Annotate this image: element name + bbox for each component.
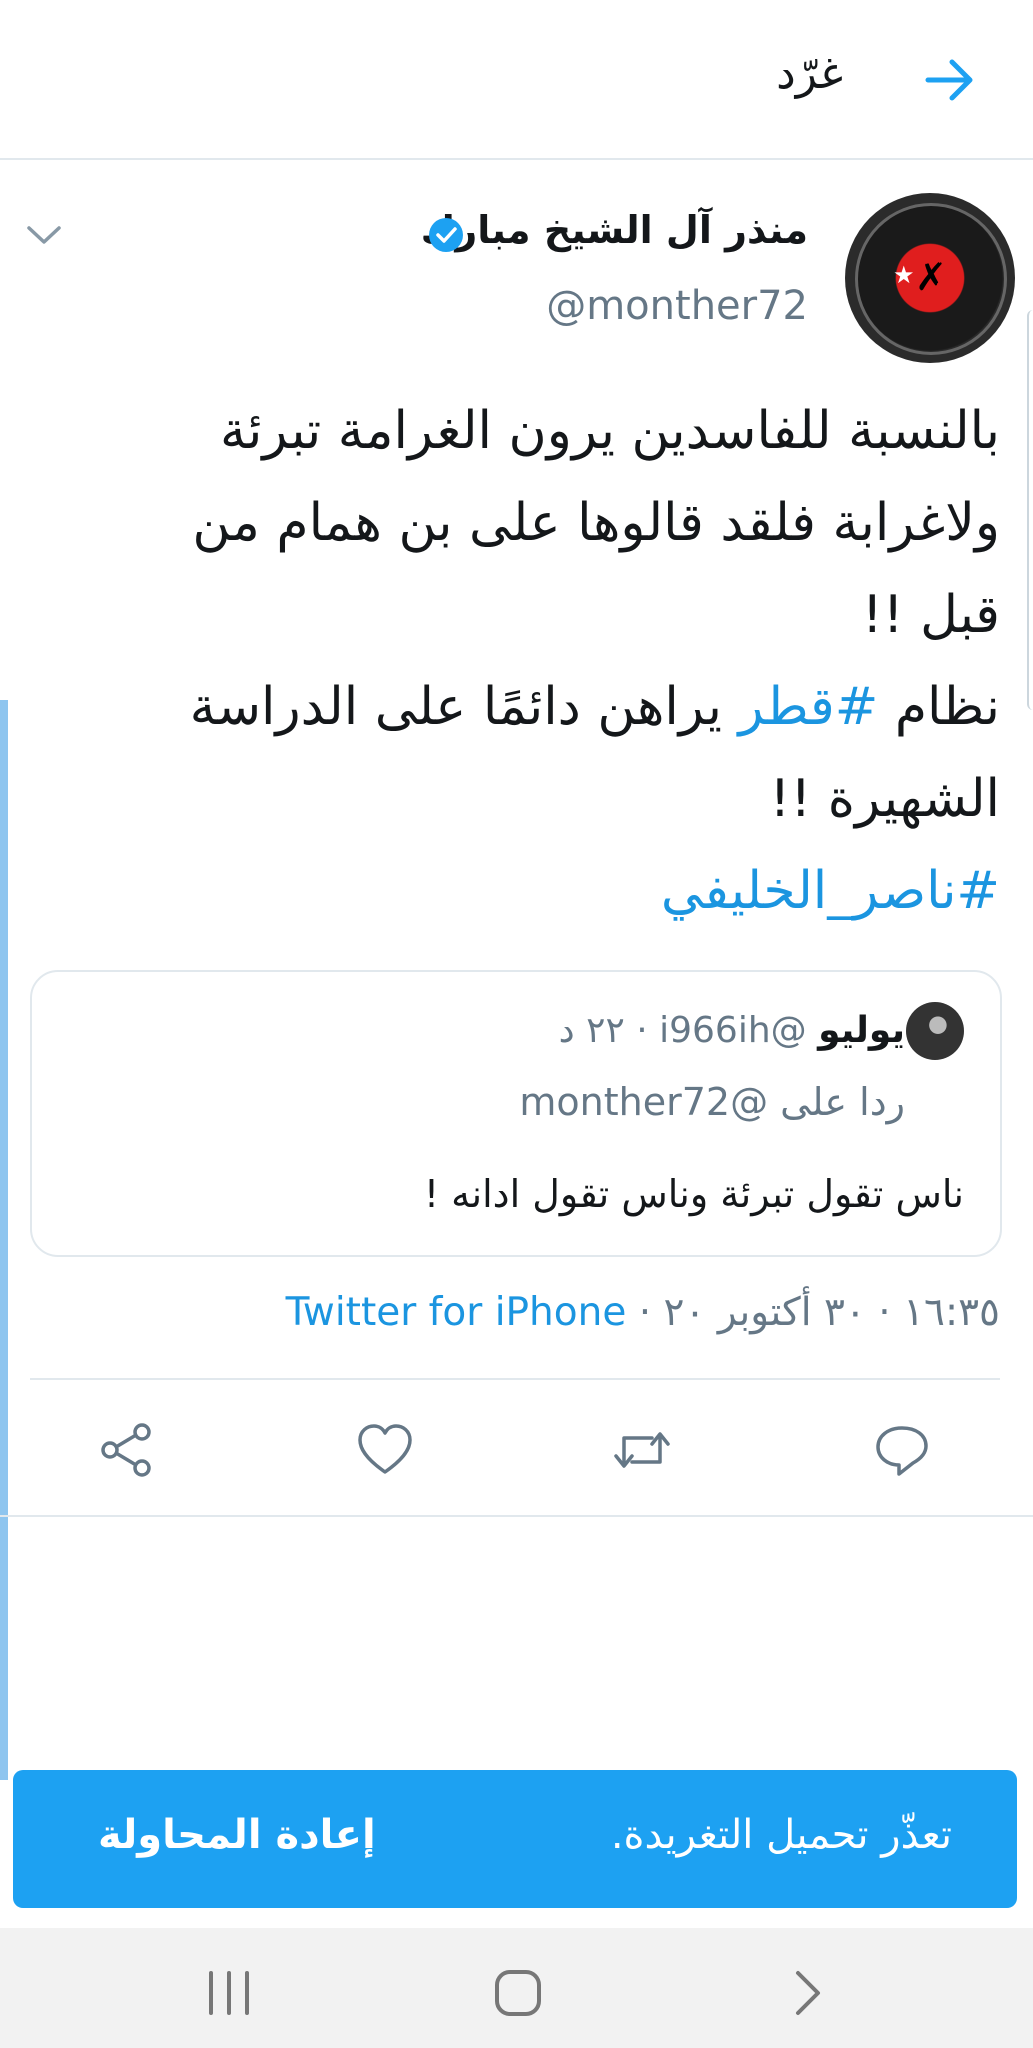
avatar-star: ★	[893, 261, 915, 289]
retry-button[interactable]: إعادة المحاولة	[98, 1812, 376, 1858]
quoted-handle: @i966ih	[659, 1010, 807, 1051]
reply-icon[interactable]	[872, 1420, 932, 1480]
divider	[30, 1378, 1000, 1380]
quoted-text: ناس تقول تبرئة وناس تقول ادانه !	[423, 1172, 964, 1216]
top-bar: غرّد	[0, 0, 1033, 160]
tweet-source-link[interactable]: Twitter for iPhone	[286, 1290, 627, 1335]
home-icon[interactable]	[493, 1968, 543, 2018]
quoted-name: يوليو	[818, 1010, 905, 1051]
toast-message: تعذّر تحميل التغريدة.	[610, 1812, 952, 1858]
scroll-edge	[1027, 310, 1033, 710]
recent-apps-icon[interactable]	[205, 1968, 253, 2018]
back-arrow-icon[interactable]	[920, 55, 980, 105]
display-name[interactable]: منذر آل الشيخ مبارك	[421, 208, 808, 252]
page-title: غرّد	[776, 48, 843, 99]
verified-icon	[429, 218, 463, 252]
tweet-timestamp: ١٦:٣٥ · ٣٠ أكتوبر ٢٠ ·	[626, 1290, 1000, 1335]
tweet-meta: ١٦:٣٥ · ٣٠ أكتوبر ٢٠ · Twitter for iPhon…	[286, 1290, 1000, 1335]
quoted-avatar	[906, 1002, 964, 1060]
share-icon[interactable]	[96, 1420, 156, 1480]
chevron-down-icon[interactable]	[26, 224, 62, 246]
avatar[interactable]: ★ ✗	[845, 193, 1015, 363]
avatar-mark: ✗	[915, 255, 947, 299]
divider	[0, 1515, 1033, 1517]
hashtag-link[interactable]: #قطر	[739, 677, 879, 737]
quoted-header: يوليو @i966ih · ٢٢ د	[559, 1010, 905, 1051]
author-handle[interactable]: @monther72	[546, 283, 808, 329]
retweet-icon[interactable]	[612, 1420, 672, 1480]
tweet-text: بالنسبة للفاسدين يرون الغرامة تبرئة ولاغ…	[140, 385, 1000, 937]
quoted-time: · ٢٢ د	[558, 1010, 648, 1051]
error-toast: تعذّر تحميل التغريدة. إعادة المحاولة	[13, 1770, 1017, 1908]
thread-line	[0, 700, 8, 1780]
hashtag-link[interactable]: #ناصر_الخليفي	[661, 861, 1000, 921]
back-icon[interactable]	[790, 1968, 824, 2018]
quoted-reply-to: ردا على @monther72	[519, 1080, 905, 1124]
like-icon[interactable]	[355, 1420, 415, 1480]
